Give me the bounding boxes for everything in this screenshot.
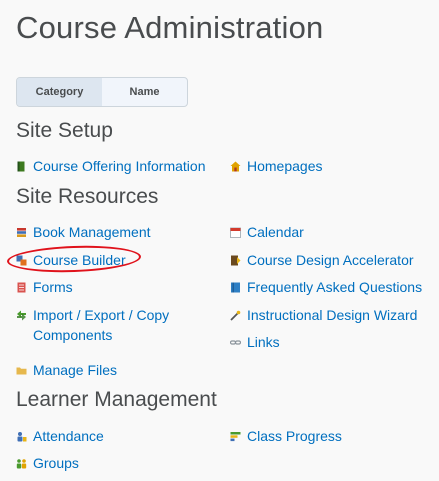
faq-icon — [230, 282, 241, 293]
tool-forms[interactable]: Forms — [16, 277, 73, 297]
tool-label[interactable]: Import / Export / Copy Components — [33, 305, 206, 345]
page-title: Course Administration — [16, 10, 324, 45]
folder-icon — [16, 365, 27, 376]
view-by-category-button[interactable]: Category — [17, 78, 102, 106]
tool-label[interactable]: Class Progress — [247, 426, 342, 446]
tool-calendar[interactable]: Calendar — [230, 222, 304, 242]
tool-class-progress[interactable]: Class Progress — [230, 426, 342, 446]
tool-label[interactable]: Links — [247, 332, 280, 352]
tool-instructional-design-wizard[interactable]: Instructional Design Wizard — [230, 305, 417, 325]
course-builder-icon — [16, 255, 27, 266]
tool-label[interactable]: Calendar — [247, 222, 304, 242]
tool-label[interactable]: Frequently Asked Questions — [247, 277, 422, 297]
tool-book-management[interactable]: Book Management — [16, 222, 151, 242]
book-green-icon — [16, 161, 27, 172]
tool-homepages[interactable]: Homepages — [230, 156, 323, 176]
tool-links[interactable]: Links — [230, 332, 280, 352]
accelerator-icon — [230, 255, 241, 266]
attendance-icon — [16, 431, 27, 442]
home-icon — [230, 161, 241, 172]
tool-label[interactable]: Course Offering Information — [33, 156, 206, 176]
view-by-name-button[interactable]: Name — [102, 78, 187, 106]
section-heading-learner-management: Learner Management — [16, 388, 217, 411]
import-export-icon — [16, 310, 27, 321]
tool-label[interactable]: Homepages — [247, 156, 323, 176]
view-toggle[interactable]: Category Name — [16, 77, 188, 107]
tool-label[interactable]: Manage Files — [33, 360, 117, 380]
progress-icon — [230, 431, 241, 442]
books-icon — [16, 227, 27, 238]
tool-import-export-copy-components[interactable]: Import / Export / Copy Components — [16, 305, 206, 345]
forms-icon — [16, 282, 27, 293]
groups-icon — [16, 458, 27, 469]
section-heading-site-resources: Site Resources — [16, 185, 159, 208]
tool-attendance[interactable]: Attendance — [16, 426, 104, 446]
wand-icon — [230, 310, 241, 321]
tool-label[interactable]: Forms — [33, 277, 73, 297]
tool-label[interactable]: Attendance — [33, 426, 104, 446]
tool-manage-files[interactable]: Manage Files — [16, 360, 117, 380]
tool-course-offering-information[interactable]: Course Offering Information — [16, 156, 206, 176]
tool-course-design-accelerator[interactable]: Course Design Accelerator — [230, 250, 414, 270]
tool-label[interactable]: Course Design Accelerator — [247, 250, 414, 270]
tool-groups[interactable]: Groups — [16, 453, 79, 473]
tool-label[interactable]: Course Builder — [33, 250, 126, 270]
tool-label[interactable]: Book Management — [33, 222, 151, 242]
calendar-icon — [230, 227, 241, 238]
section-heading-site-setup: Site Setup — [16, 119, 113, 142]
tool-course-builder[interactable]: Course Builder — [16, 250, 126, 270]
link-icon — [230, 337, 241, 348]
tool-label[interactable]: Instructional Design Wizard — [247, 305, 417, 325]
tool-frequently-asked-questions[interactable]: Frequently Asked Questions — [230, 277, 422, 297]
tool-label[interactable]: Groups — [33, 453, 79, 473]
